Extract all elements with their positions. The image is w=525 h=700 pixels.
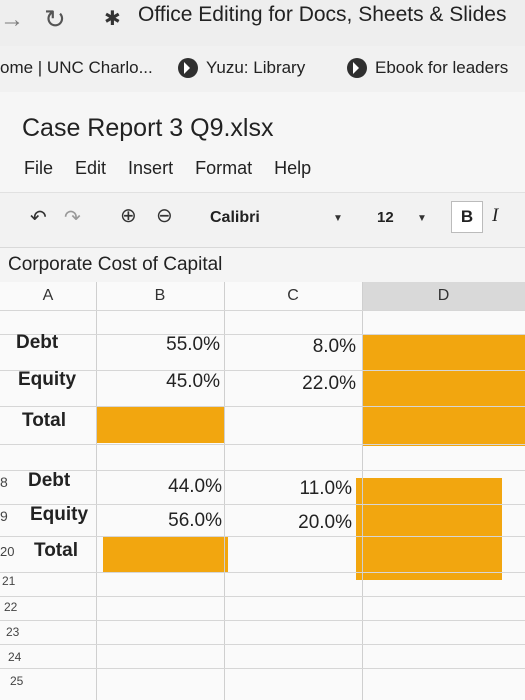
cell-debt-weight[interactable]: 44.0% xyxy=(100,476,222,498)
document-header: Case Report 3 Q9.xlsx File Edit Insert F… xyxy=(0,92,525,192)
bookmark-globe-icon xyxy=(178,58,198,78)
menu-bar: File Edit Insert Format Help xyxy=(24,158,311,179)
grid-divider xyxy=(0,370,525,371)
menu-format[interactable]: Format xyxy=(195,158,252,179)
grid-divider xyxy=(224,282,225,700)
cell-debt-weight[interactable]: 55.0% xyxy=(100,334,220,356)
bold-button[interactable]: B xyxy=(451,201,483,233)
highlighted-block-d-1[interactable] xyxy=(362,334,525,446)
zoom-out-icon[interactable]: ⊖ xyxy=(156,203,173,228)
grid-divider xyxy=(96,282,97,700)
highlighted-cell-total-2[interactable] xyxy=(103,537,228,572)
grid-divider xyxy=(0,470,525,471)
zoom-in-icon[interactable]: ⊕ xyxy=(120,203,137,228)
column-header-a[interactable]: A xyxy=(0,282,96,310)
screen: → ↻ ✱ Office Editing for Docs, Sheets & … xyxy=(0,0,525,700)
grid-divider xyxy=(0,406,525,407)
grid-divider xyxy=(0,536,525,537)
row-number[interactable]: 23 xyxy=(6,625,19,639)
bookmark-label: ome | UNC Charlo... xyxy=(0,58,153,77)
grid-divider xyxy=(0,644,525,645)
bookmark-globe-icon xyxy=(347,58,367,78)
bookmark-ebook-leaders[interactable]: Ebook for leaders xyxy=(347,58,508,78)
row-number[interactable]: 20 xyxy=(0,544,14,559)
browser-tab-bar: → ↻ ✱ Office Editing for Docs, Sheets & … xyxy=(0,0,525,46)
bookmark-label: Yuzu: Library xyxy=(206,58,306,77)
menu-edit[interactable]: Edit xyxy=(75,158,106,179)
extension-star-icon: ✱ xyxy=(104,8,121,30)
font-size-select[interactable]: 12 xyxy=(377,209,394,226)
cell-label-equity[interactable]: Equity xyxy=(30,504,88,526)
undo-icon[interactable]: ↶ xyxy=(30,205,47,230)
redo-icon[interactable]: ↷ xyxy=(64,205,81,230)
grid-divider xyxy=(0,572,525,573)
tab-title[interactable]: Office Editing for Docs, Sheets & Slides xyxy=(138,3,506,27)
cell-equity-weight[interactable]: 56.0% xyxy=(100,510,222,532)
grid-divider xyxy=(0,668,525,669)
spreadsheet-grid[interactable]: A B C D Debt 55.0% 8.0% Equity 45.0% 22.… xyxy=(0,282,525,700)
sheet-title[interactable]: Corporate Cost of Capital xyxy=(8,254,222,276)
bookmarks-bar: ome | UNC Charlo... Yuzu: Library Ebook … xyxy=(0,46,525,93)
menu-insert[interactable]: Insert xyxy=(128,158,173,179)
bookmark-label: Ebook for leaders xyxy=(375,58,509,77)
cell-label-debt[interactable]: Debt xyxy=(16,332,58,354)
cell-equity-weight[interactable]: 45.0% xyxy=(100,371,220,393)
menu-file[interactable]: File xyxy=(24,158,53,179)
row-number[interactable]: 24 xyxy=(8,650,21,664)
cell-label-debt[interactable]: Debt xyxy=(28,470,70,492)
document-title[interactable]: Case Report 3 Q9.xlsx xyxy=(22,114,274,143)
italic-button[interactable]: I xyxy=(492,205,498,227)
highlighted-cell-total-1[interactable] xyxy=(96,406,224,443)
cell-equity-cost[interactable]: 20.0% xyxy=(228,512,352,534)
row-number[interactable]: 25 xyxy=(10,674,23,688)
cell-debt-cost[interactable]: 8.0% xyxy=(228,336,356,358)
row-number[interactable]: 21 xyxy=(2,574,15,588)
cell-equity-cost[interactable]: 22.0% xyxy=(228,373,356,395)
cell-label-equity[interactable]: Equity xyxy=(18,369,76,391)
highlighted-block-d-2[interactable] xyxy=(356,478,502,580)
cell-debt-cost[interactable]: 11.0% xyxy=(228,478,352,500)
column-header-c[interactable]: C xyxy=(224,282,362,310)
bookmark-yuzu-library[interactable]: Yuzu: Library xyxy=(178,58,305,78)
toolbar: ↶ ↷ ⊕ ⊖ Calibri ▼ 12 ▼ B I xyxy=(0,192,525,248)
grid-divider xyxy=(0,620,525,621)
grid-divider xyxy=(0,334,525,335)
forward-arrow-icon[interactable]: → xyxy=(0,6,24,34)
chevron-down-icon[interactable]: ▼ xyxy=(333,213,343,224)
column-header-b[interactable]: B xyxy=(96,282,224,310)
grid-divider xyxy=(0,596,525,597)
column-header-d[interactable]: D xyxy=(362,282,525,310)
chevron-down-icon[interactable]: ▼ xyxy=(417,213,427,224)
row-number[interactable]: 22 xyxy=(4,600,17,614)
font-family-select[interactable]: Calibri xyxy=(210,209,260,227)
menu-help[interactable]: Help xyxy=(274,158,311,179)
row-number[interactable]: 8 xyxy=(0,474,8,490)
cell-label-total[interactable]: Total xyxy=(34,540,78,562)
reload-icon[interactable]: ↻ xyxy=(44,4,66,35)
grid-divider xyxy=(0,444,525,445)
grid-divider xyxy=(362,282,363,700)
cell-label-total[interactable]: Total xyxy=(22,410,66,432)
grid-divider xyxy=(0,310,525,311)
row-number[interactable]: 9 xyxy=(0,508,8,524)
bookmark-unc-charlotte[interactable]: ome | UNC Charlo... xyxy=(0,58,153,78)
